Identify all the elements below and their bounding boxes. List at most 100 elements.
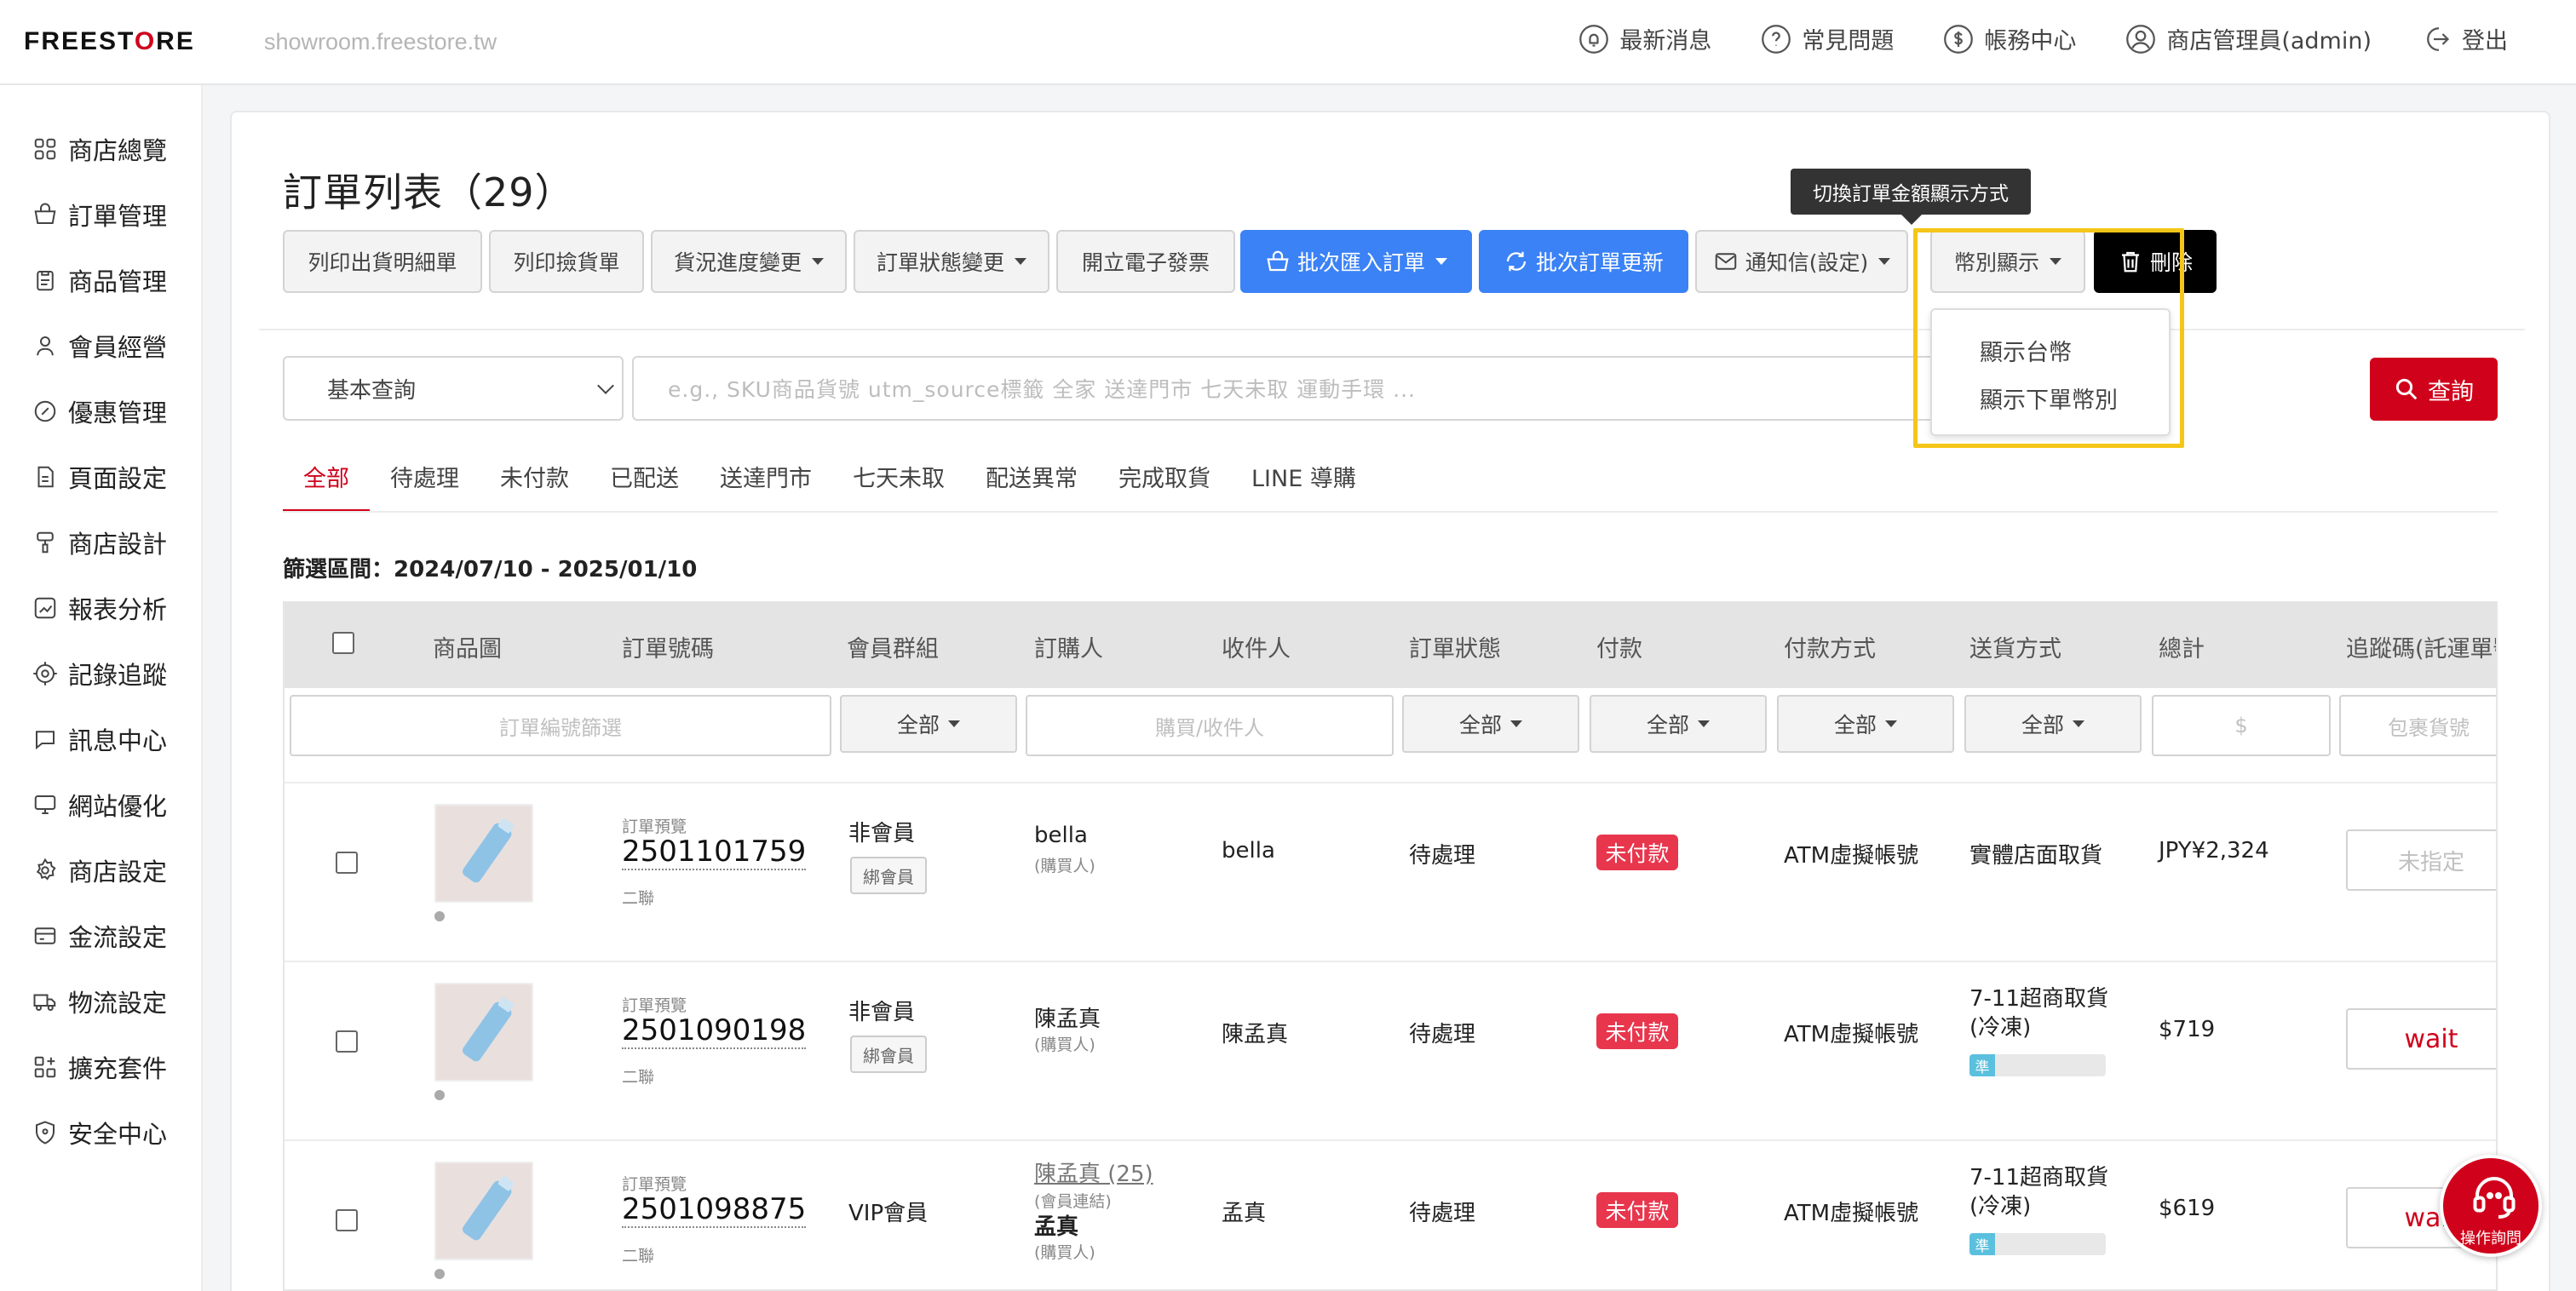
basket-icon xyxy=(1267,250,1289,272)
product-thumbnail[interactable] xyxy=(434,1162,533,1260)
help-chat-label: 操作詢問 xyxy=(2460,1230,2521,1248)
nav-billing[interactable]: 帳務中心 xyxy=(1943,22,2076,55)
select-all-checkbox[interactable] xyxy=(332,632,354,654)
user-icon xyxy=(2126,24,2156,54)
payment-filter[interactable]: 全部 xyxy=(1590,695,1767,753)
search-input[interactable]: e.g., SKU商品貨號 utm_source標籤 全家 送達門市 七天未取 … xyxy=(632,356,1937,421)
product-dot xyxy=(434,1090,445,1100)
tab-unpaid[interactable]: 未付款 xyxy=(480,451,589,513)
row-checkbox[interactable] xyxy=(336,1209,358,1231)
chart-icon xyxy=(34,597,56,619)
nav-faq[interactable]: 常見問題 xyxy=(1761,22,1894,55)
total-filter-placeholder: $ xyxy=(2234,714,2248,737)
status-filter[interactable]: 全部 xyxy=(1402,695,1579,753)
tab-delivery-error[interactable]: 配送異常 xyxy=(965,451,1098,513)
batch-update-button[interactable]: 批次訂單更新 xyxy=(1479,230,1688,293)
page-title: 訂單列表（29） xyxy=(283,169,575,215)
notify-dropdown[interactable]: 通知信(設定) xyxy=(1695,230,1908,293)
sidebar-item-messages[interactable]: 訊息中心 xyxy=(32,718,167,760)
batch-import-dropdown[interactable]: 批次匯入訂單 xyxy=(1240,230,1472,293)
search-mode-select[interactable]: 基本查詢 xyxy=(283,356,624,421)
shipping-progress-dropdown[interactable]: 貨況進度變更 xyxy=(651,230,847,293)
tab-arrived-store[interactable]: 送達門市 xyxy=(699,451,832,513)
buyer-role: (購買人) xyxy=(1034,1036,1095,1054)
product-thumbnail[interactable] xyxy=(434,983,533,1082)
product-thumbnail[interactable] xyxy=(434,804,533,903)
nav-faq-label: 常見問題 xyxy=(1802,28,1895,55)
print-picking-label: 列印撿貨單 xyxy=(513,250,620,275)
order-number[interactable]: 2501090198 xyxy=(622,1013,807,1049)
sidebar-item-logistics[interactable]: 物流設定 xyxy=(32,980,167,1023)
print-shipping-button[interactable]: 列印出貨明細單 xyxy=(283,230,482,293)
sidebar-item-seo[interactable]: 網站優化 xyxy=(32,783,167,826)
tab-line-shopping[interactable]: LINE 導購 xyxy=(1231,451,1377,513)
tab-picked-up[interactable]: 完成取貨 xyxy=(1098,451,1231,513)
order-preview-link[interactable]: 訂單預覽 xyxy=(622,814,687,837)
order-number[interactable]: 2501098875 xyxy=(622,1192,807,1228)
sidebar-item-promotions[interactable]: 優惠管理 xyxy=(32,390,167,433)
table-row[interactable]: 訂單預覽 2501101759 二聯 非會員 綁會員 bella (購買人) b… xyxy=(285,782,2496,961)
sidebar-item-settings[interactable]: 商店設定 xyxy=(32,849,167,892)
sidebar-item-orders[interactable]: 訂單管理 xyxy=(32,193,167,236)
tabs-underline xyxy=(283,511,2498,513)
sidebar-item-members[interactable]: 會員經營 xyxy=(32,324,167,367)
sidebar-item-label: 商店設計 xyxy=(68,530,168,559)
payment-method-filter[interactable]: 全部 xyxy=(1777,695,1954,753)
coupon-icon xyxy=(34,400,56,422)
print-shipping-label: 列印出貨明細單 xyxy=(308,250,457,275)
buyer-filter-input[interactable]: 購買/收件人 xyxy=(1026,695,1394,756)
mail-icon xyxy=(1715,253,1736,270)
bind-member-button[interactable]: 綁會員 xyxy=(850,857,927,894)
unpaid-badge: 未付款 xyxy=(1596,835,1678,870)
e-invoice-button[interactable]: 開立電子發票 xyxy=(1056,230,1235,293)
refresh-icon xyxy=(1506,251,1527,272)
tab-unclaimed-7days[interactable]: 七天未取 xyxy=(832,451,965,513)
order-preview-link[interactable]: 訂單預覽 xyxy=(622,1172,687,1195)
nav-logout[interactable]: 登出 xyxy=(2421,22,2508,55)
row-checkbox[interactable] xyxy=(336,1030,358,1053)
payment-method-filter-value: 全部 xyxy=(1833,713,1877,737)
sidebar-item-overview[interactable]: 商店總覽 xyxy=(32,128,167,170)
tracking-input[interactable]: wait xyxy=(2346,1008,2496,1070)
sidebar-item-pages[interactable]: 頁面設定 xyxy=(32,456,167,498)
order-no-filter-input[interactable]: 訂單編號篩選 xyxy=(290,695,831,756)
tracking-filter-input[interactable]: 包裹貨號 xyxy=(2339,695,2496,756)
freestore-logo[interactable]: FREESTORE xyxy=(24,27,195,56)
invoice-type: 二聯 xyxy=(622,1247,655,1265)
col-total[interactable]: 總計 xyxy=(2159,630,2205,663)
nav-news[interactable]: 最新消息 xyxy=(1578,22,1711,55)
tab-all[interactable]: 全部 xyxy=(283,451,370,513)
sidebar-item-payment[interactable]: 金流設定 xyxy=(32,915,167,957)
sidebar-item-extensions[interactable]: 擴充套件 xyxy=(32,1046,167,1088)
help-chat-button[interactable]: 操作詢問 xyxy=(2440,1155,2542,1257)
order-number[interactable]: 2501101759 xyxy=(622,835,807,870)
row-checkbox[interactable] xyxy=(336,852,358,874)
total-filter-input[interactable]: $ xyxy=(2152,695,2331,756)
bind-member-button[interactable]: 綁會員 xyxy=(850,1036,927,1073)
sidebar-item-reports[interactable]: 報表分析 xyxy=(32,587,167,629)
table-row[interactable]: 訂單預覽 2501098875 二聯 VIP會員 陳孟真 (25) (會員連結)… xyxy=(285,1139,2496,1289)
sidebar-item-design[interactable]: 商店設計 xyxy=(32,521,167,564)
search-button[interactable]: 查詢 xyxy=(2370,358,2498,421)
sidebar-item-tracking[interactable]: 記錄追蹤 xyxy=(32,652,167,695)
col-order-no[interactable]: 訂單號碼 xyxy=(622,630,714,663)
order-preview-link[interactable]: 訂單預覽 xyxy=(622,993,687,1016)
buyer-name: 陳孟真 xyxy=(1034,1007,1101,1032)
member-link[interactable]: 陳孟真 (25) xyxy=(1034,1156,1153,1188)
sidebar-item-security[interactable]: 安全中心 xyxy=(32,1111,167,1154)
member-group-filter[interactable]: 全部 xyxy=(840,695,1017,753)
order-status: 待處理 xyxy=(1409,843,1476,869)
nav-admin[interactable]: 商店管理員(admin) xyxy=(2125,22,2372,55)
sidebar-item-products[interactable]: 商品管理 xyxy=(32,259,167,301)
notify-label: 通知信(設定) xyxy=(1745,250,1869,275)
tracking-input[interactable]: 未指定 xyxy=(2346,829,2496,891)
invoice-type: 二聯 xyxy=(622,1068,655,1087)
table-row[interactable]: 訂單預覽 2501090198 二聯 非會員 綁會員 陳孟真 (購買人) 陳孟真… xyxy=(285,961,2496,1139)
sidebar-item-label: 網站優化 xyxy=(68,792,168,821)
tab-pending[interactable]: 待處理 xyxy=(370,451,480,513)
print-picking-button[interactable]: 列印撿貨單 xyxy=(489,230,644,293)
shipping-filter[interactable]: 全部 xyxy=(1964,695,2142,753)
sidebar-item-label: 商店設定 xyxy=(68,858,168,886)
tab-shipped[interactable]: 已配送 xyxy=(589,451,699,513)
order-status-dropdown[interactable]: 訂單狀態變更 xyxy=(854,230,1049,293)
